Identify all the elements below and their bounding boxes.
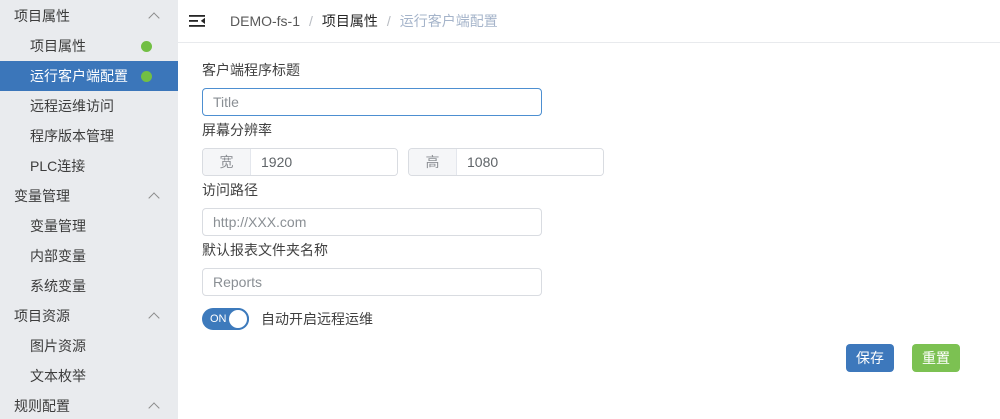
breadcrumb: DEMO-fs-1 / 项目属性 / 运行客户端配置 xyxy=(230,11,498,31)
resolution-height-group: 高 xyxy=(408,148,604,176)
sidebar-item-project-properties[interactable]: 项目属性 xyxy=(0,31,178,61)
action-buttons: 保存 重置 xyxy=(202,344,1000,372)
auto-remote-label: 自动开启远程运维 xyxy=(261,309,373,329)
sidebar-item-remote-ops-access[interactable]: 远程运维访问 xyxy=(0,91,178,121)
sidebar-menu: 项目属性 项目属性 运行客户端配置 远程运维访问 程序版本管理 PLC连接 变量… xyxy=(0,0,178,419)
toggle-on-text: ON xyxy=(210,313,227,325)
sidebar-group-variable-management[interactable]: 变量管理 xyxy=(0,181,178,211)
width-addon-label: 宽 xyxy=(203,149,251,175)
chevron-up-icon xyxy=(148,402,159,413)
sidebar-item-variable-management[interactable]: 变量管理 xyxy=(0,211,178,241)
status-dot-icon xyxy=(141,41,152,52)
access-path-input[interactable] xyxy=(202,208,542,236)
resolution-height-input[interactable] xyxy=(457,149,603,175)
breadcrumb-project-name[interactable]: DEMO-fs-1 xyxy=(230,13,300,29)
client-title-group: 客户端程序标题 xyxy=(202,60,1000,116)
breadcrumb-current-page: 运行客户端配置 xyxy=(400,11,498,31)
report-folder-label: 默认报表文件夹名称 xyxy=(202,240,1000,260)
auto-remote-toggle[interactable]: ON xyxy=(202,308,249,330)
sidebar-item-plc-connection[interactable]: PLC连接 xyxy=(0,151,178,181)
access-path-group: 访问路径 xyxy=(202,180,1000,236)
menu-fold-icon[interactable] xyxy=(188,12,206,30)
top-bar: DEMO-fs-1 / 项目属性 / 运行客户端配置 xyxy=(178,0,1000,43)
sidebar-item-run-client-config[interactable]: 运行客户端配置 xyxy=(0,61,178,91)
sidebar-group-rule-config[interactable]: 规则配置 xyxy=(0,391,178,419)
toggle-knob xyxy=(227,308,249,330)
chevron-up-icon xyxy=(148,192,159,203)
sidebar-group-project-properties[interactable]: 项目属性 xyxy=(0,1,178,31)
client-title-label: 客户端程序标题 xyxy=(202,60,1000,80)
resolution-width-input[interactable] xyxy=(251,149,397,175)
auto-remote-row: ON 自动开启远程运维 xyxy=(202,308,1000,330)
breadcrumb-separator: / xyxy=(387,13,391,29)
status-dot-icon xyxy=(141,71,152,82)
reset-button[interactable]: 重置 xyxy=(912,344,960,372)
form-content: 客户端程序标题 屏幕分辨率 宽 高 访问路径 默认报表文件夹名称 xyxy=(178,43,1000,419)
chevron-up-icon xyxy=(148,12,159,23)
resolution-label: 屏幕分辨率 xyxy=(202,120,1000,140)
breadcrumb-section[interactable]: 项目属性 xyxy=(322,11,378,31)
resolution-inputs: 宽 高 xyxy=(202,148,1000,176)
sidebar-item-image-resources[interactable]: 图片资源 xyxy=(0,331,178,361)
sidebar-group-project-resources[interactable]: 项目资源 xyxy=(0,301,178,331)
client-title-input[interactable] xyxy=(202,88,542,116)
save-button[interactable]: 保存 xyxy=(846,344,894,372)
sidebar-item-system-variables[interactable]: 系统变量 xyxy=(0,271,178,301)
report-folder-input[interactable] xyxy=(202,268,542,296)
sidebar-item-text-enum[interactable]: 文本枚举 xyxy=(0,361,178,391)
sidebar-item-internal-variables[interactable]: 内部变量 xyxy=(0,241,178,271)
resolution-group: 屏幕分辨率 宽 高 xyxy=(202,120,1000,176)
sidebar: 项目属性 项目属性 运行客户端配置 远程运维访问 程序版本管理 PLC连接 变量… xyxy=(0,0,178,419)
report-folder-group: 默认报表文件夹名称 xyxy=(202,240,1000,296)
chevron-up-icon xyxy=(148,312,159,323)
resolution-width-group: 宽 xyxy=(202,148,398,176)
main-area: DEMO-fs-1 / 项目属性 / 运行客户端配置 客户端程序标题 屏幕分辨率… xyxy=(178,0,1000,419)
sidebar-item-program-version[interactable]: 程序版本管理 xyxy=(0,121,178,151)
height-addon-label: 高 xyxy=(409,149,457,175)
access-path-label: 访问路径 xyxy=(202,180,1000,200)
breadcrumb-separator: / xyxy=(309,13,313,29)
